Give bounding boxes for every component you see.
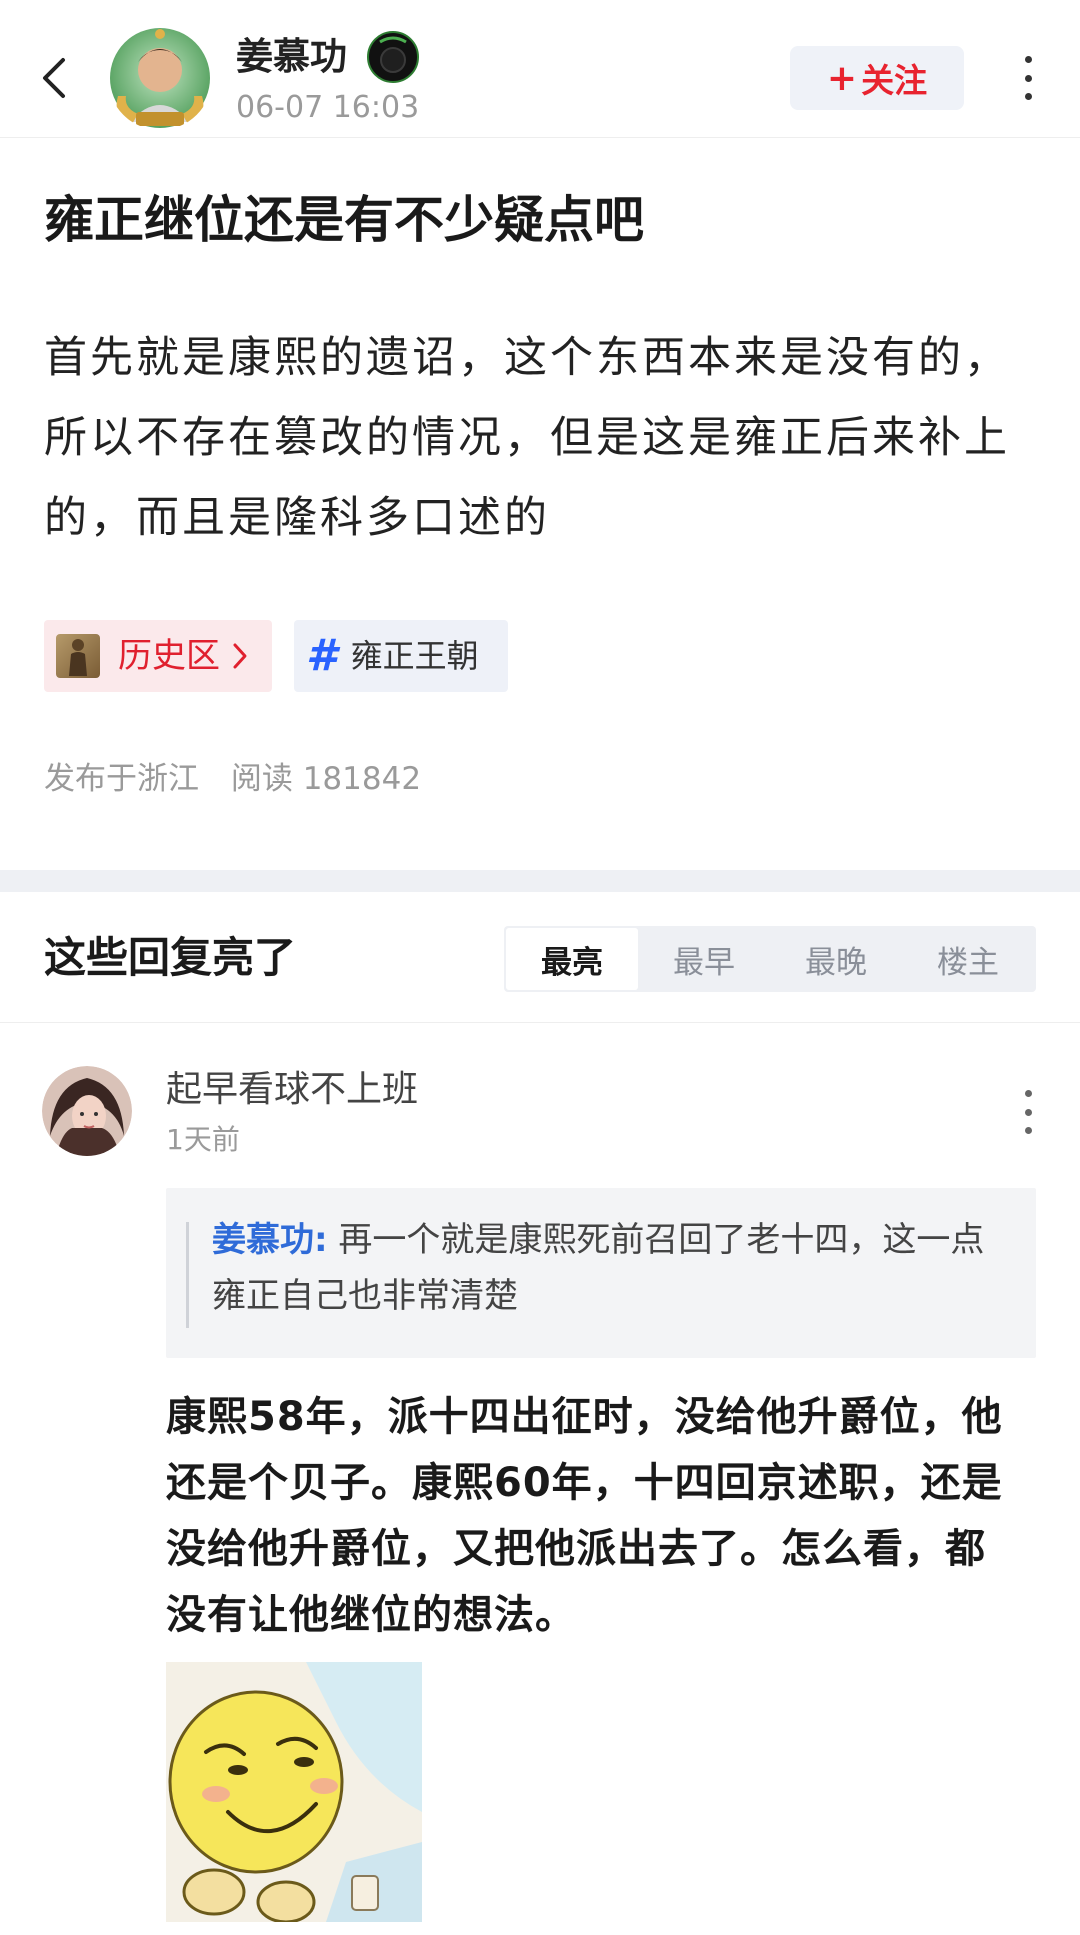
- reply-more-button[interactable]: [1016, 1090, 1040, 1134]
- replies-section-title: 这些回复亮了: [44, 933, 297, 982]
- more-vertical-icon: [1024, 1090, 1032, 1097]
- reply-username[interactable]: 起早看球不上班: [166, 1064, 418, 1116]
- read-count: 阅读 181842: [230, 761, 422, 797]
- quote-text: 姜慕功: 再一个就是康熙死前召回了老十四，这一点雍正自己也非常清楚: [212, 1212, 1012, 1324]
- follow-button[interactable]: + 关注: [790, 46, 964, 110]
- hashtag-icon: #: [306, 630, 337, 681]
- plus-icon: +: [826, 57, 858, 99]
- more-options-button[interactable]: [1010, 56, 1046, 100]
- author-avatar[interactable]: [108, 26, 212, 130]
- tab-op-only[interactable]: 楼主: [902, 928, 1034, 990]
- sort-tabs: 最亮 最早 最晚 楼主: [504, 926, 1036, 992]
- terracotta-warrior-icon: [56, 634, 100, 678]
- post-meta: 发布于浙江 阅读 181842: [44, 756, 421, 802]
- back-button[interactable]: [28, 46, 80, 110]
- badge-icon: [367, 31, 419, 83]
- quoted-reply[interactable]: 姜慕功: 再一个就是康熙死前召回了老十四，这一点雍正自己也非常清楚: [166, 1188, 1036, 1358]
- chevron-right-icon: [233, 643, 247, 669]
- history-zone-label: 历史区: [118, 636, 220, 676]
- quote-author[interactable]: 姜慕功:: [212, 1220, 328, 1260]
- quote-bar: [186, 1222, 189, 1328]
- back-arrow-icon: [43, 58, 65, 98]
- more-vertical-icon: [1024, 56, 1032, 63]
- author-name[interactable]: 姜慕功: [236, 30, 347, 84]
- quote-content: 再一个就是康熙死前召回了老十四，这一点雍正自己也非常清楚: [212, 1220, 985, 1316]
- divider: [0, 1022, 1080, 1023]
- follow-label: 关注: [861, 61, 928, 100]
- top-bar: 姜慕功 06-07 16:03 + 关注: [0, 0, 1080, 138]
- reply-body: 康熙58年，派十四出征时，没给他升爵位，他还是个贝子。康熙60年，十四回京述职，…: [166, 1394, 1003, 1638]
- tab-latest[interactable]: 最晚: [770, 928, 902, 990]
- post-body: 首先就是康熙的遗诏，这个东西本来是没有的，所以不存在篡改的情况，但是这是雍正后来…: [44, 333, 1010, 543]
- post-location: 发布于浙江: [44, 761, 199, 797]
- reply-avatar[interactable]: [42, 1066, 132, 1156]
- post-title: 雍正继位还是有不少疑点吧: [44, 191, 644, 249]
- topic-tag[interactable]: # 雍正王朝: [294, 620, 508, 692]
- reply-time: 1天前: [166, 1123, 240, 1156]
- post-time: 06-07 16:03: [236, 90, 420, 125]
- tab-hottest[interactable]: 最亮: [506, 928, 638, 990]
- smiley-sticker-image[interactable]: [166, 1662, 422, 1922]
- history-zone-tag[interactable]: 历史区: [44, 620, 272, 692]
- section-divider: [0, 870, 1080, 892]
- tab-earliest[interactable]: 最早: [638, 928, 770, 990]
- topic-label: 雍正王朝: [350, 637, 479, 675]
